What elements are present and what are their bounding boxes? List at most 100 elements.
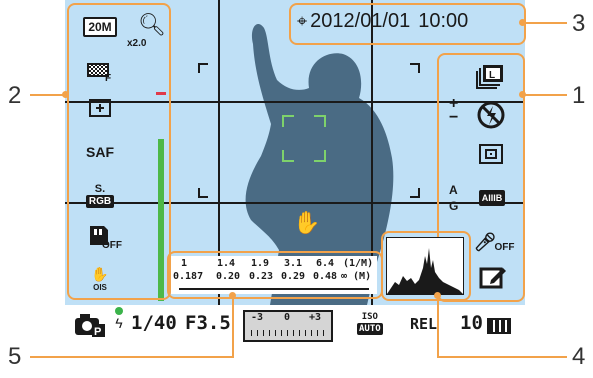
distance-scale-baseline xyxy=(179,288,369,290)
callout-number-2: 2 xyxy=(8,82,22,109)
date-label: 2012/01/01 xyxy=(310,10,411,32)
program-mode-icon[interactable]: P xyxy=(73,312,109,343)
iso-top-label: ISO xyxy=(361,312,378,322)
svg-text:F: F xyxy=(105,73,111,82)
ois-icon[interactable]: ✋ OIS xyxy=(82,262,118,296)
dist-top-5: (1/M) xyxy=(343,258,374,269)
flash-exposure-comp-icon[interactable]: + − xyxy=(449,95,461,133)
shutter-speed-label: 1/40 xyxy=(131,312,177,334)
callout-leader-2 xyxy=(30,94,64,96)
iso-bottom-label: AUTO xyxy=(357,323,383,335)
callout-leader-5-v xyxy=(232,297,234,358)
edit-icon[interactable] xyxy=(478,263,508,291)
callout-dot-3 xyxy=(519,19,526,26)
flash-off-icon[interactable] xyxy=(474,100,508,130)
mic-off-icon[interactable]: 🎤︎ OFF xyxy=(473,226,515,258)
ev-zero: 0 xyxy=(284,312,291,323)
color-space-icon[interactable]: S. RGB xyxy=(82,178,118,212)
dist-top-1: 1.4 xyxy=(217,258,236,269)
frame-bracket-tl xyxy=(198,63,208,73)
microphone-icon: 🎤︎ xyxy=(473,231,497,252)
dist-bot-3: 0.29 xyxy=(281,271,306,282)
exposure-scale[interactable]: -3 0 +3 xyxy=(243,310,333,342)
callout-dot-4 xyxy=(434,292,441,299)
callout-leader-5-h xyxy=(30,356,234,358)
zoom-icon[interactable]: 🔍︎ x2.0 xyxy=(127,12,170,50)
iso-indicator[interactable]: ISO AUTO xyxy=(357,311,383,335)
frame-bracket-bl xyxy=(198,188,208,198)
shooting-mode-icon[interactable]: L xyxy=(474,63,510,91)
mic-off-label: OFF xyxy=(494,241,515,253)
ois-label: OIS xyxy=(93,283,107,292)
shots-remaining-label: 10 xyxy=(460,312,483,334)
ev-minus: -3 xyxy=(251,312,264,323)
af-mode-label: SAF xyxy=(86,144,114,160)
white-balance-icon[interactable]: A G xyxy=(449,182,463,216)
drive-mode-off-label: OFF xyxy=(102,240,122,251)
frame-bracket-br xyxy=(410,188,420,198)
callout-leader-4-v xyxy=(437,297,439,358)
dist-bot-2: 0.23 xyxy=(249,271,274,282)
time-label: 10:00 xyxy=(418,10,469,32)
flash-bolt-icon: ϟ xyxy=(115,315,123,331)
date-time-display: ⌖ 2012/01/01 10:00 xyxy=(297,10,468,33)
wb-bottom-label: G xyxy=(449,199,459,213)
camera-p-icon: P xyxy=(75,314,105,338)
callout-number-5: 5 xyxy=(8,343,22,370)
af-mode-icon[interactable]: SAF xyxy=(82,140,118,164)
callout-dot-1 xyxy=(519,91,526,98)
metering-icon[interactable] xyxy=(82,96,118,120)
ois-hand-icon: ✋ xyxy=(91,266,109,282)
continuous-shot-icon: L xyxy=(476,65,503,89)
color-space-top: S. xyxy=(94,182,106,195)
zoom-level-label: x2.0 xyxy=(127,38,147,49)
aperture-label: F3.5 xyxy=(185,312,231,334)
plus-minus-icon: + − xyxy=(449,95,459,126)
callout-leader-4-h xyxy=(437,356,567,358)
iso-auto-icon[interactable]: AIIIB xyxy=(476,186,508,210)
magnifier-icon: 🔍︎ xyxy=(138,12,166,37)
crosshair-icon: ⌖ xyxy=(297,11,308,31)
callout-dot-2 xyxy=(62,91,69,98)
dist-bot-0: 0.187 xyxy=(173,271,204,282)
dist-top-0: 1 xyxy=(181,258,188,269)
flash-off-glyph-icon xyxy=(477,101,505,129)
dist-bot-4: 0.48 xyxy=(313,271,338,282)
distance-scale: 1 1.4 1.9 3.1 6.4 (1/M) 0.187 0.20 0.23 … xyxy=(171,256,377,294)
shake-warning-icon: ✋ xyxy=(293,210,321,235)
drive-mode-icon[interactable]: OFF xyxy=(82,222,122,254)
dist-top-2: 1.9 xyxy=(251,258,270,269)
callout-dot-5 xyxy=(229,292,236,299)
callout-leader-3 xyxy=(523,22,567,24)
dist-bot-1: 0.20 xyxy=(216,271,241,282)
svg-text:P: P xyxy=(94,326,101,338)
histogram xyxy=(386,237,464,295)
dist-top-3: 3.1 xyxy=(284,258,303,269)
frame-bracket-tr xyxy=(410,63,420,73)
quality-fine-icon: F xyxy=(87,63,111,82)
ev-ticks xyxy=(251,330,325,336)
histogram-graph xyxy=(387,248,463,294)
photo-size-icon[interactable]: 20M xyxy=(82,14,118,40)
callout-number-1: 1 xyxy=(572,82,586,109)
ev-plus: +3 xyxy=(309,312,322,323)
flash-ready-indicator: ϟ xyxy=(113,307,125,341)
iso-auto-label: AIIIB xyxy=(478,190,506,206)
wb-top-label: A xyxy=(449,183,458,197)
metering-spot-icon xyxy=(89,99,111,117)
dist-bot-5: ∞ (M) xyxy=(341,271,372,282)
photo-size-label: 20M xyxy=(83,17,117,37)
ready-dot-icon xyxy=(115,307,123,315)
status-bar: P ϟ 1/40 F3.5 -3 0 +3 ISO AUTO REL 10 xyxy=(65,305,525,345)
callout-leader-1 xyxy=(523,94,567,96)
callout-number-4: 4 xyxy=(572,343,586,370)
quality-icon[interactable]: F xyxy=(82,58,118,84)
release-label: REL xyxy=(410,315,438,333)
center-weighted-icon xyxy=(479,144,503,164)
pencil-frame-icon xyxy=(479,267,506,289)
callout-number-3: 3 xyxy=(572,10,586,37)
battery-icon xyxy=(487,318,511,334)
metering-mode-icon[interactable] xyxy=(476,141,506,167)
color-space-bottom: RGB xyxy=(85,194,115,208)
svg-text:L: L xyxy=(489,70,495,81)
